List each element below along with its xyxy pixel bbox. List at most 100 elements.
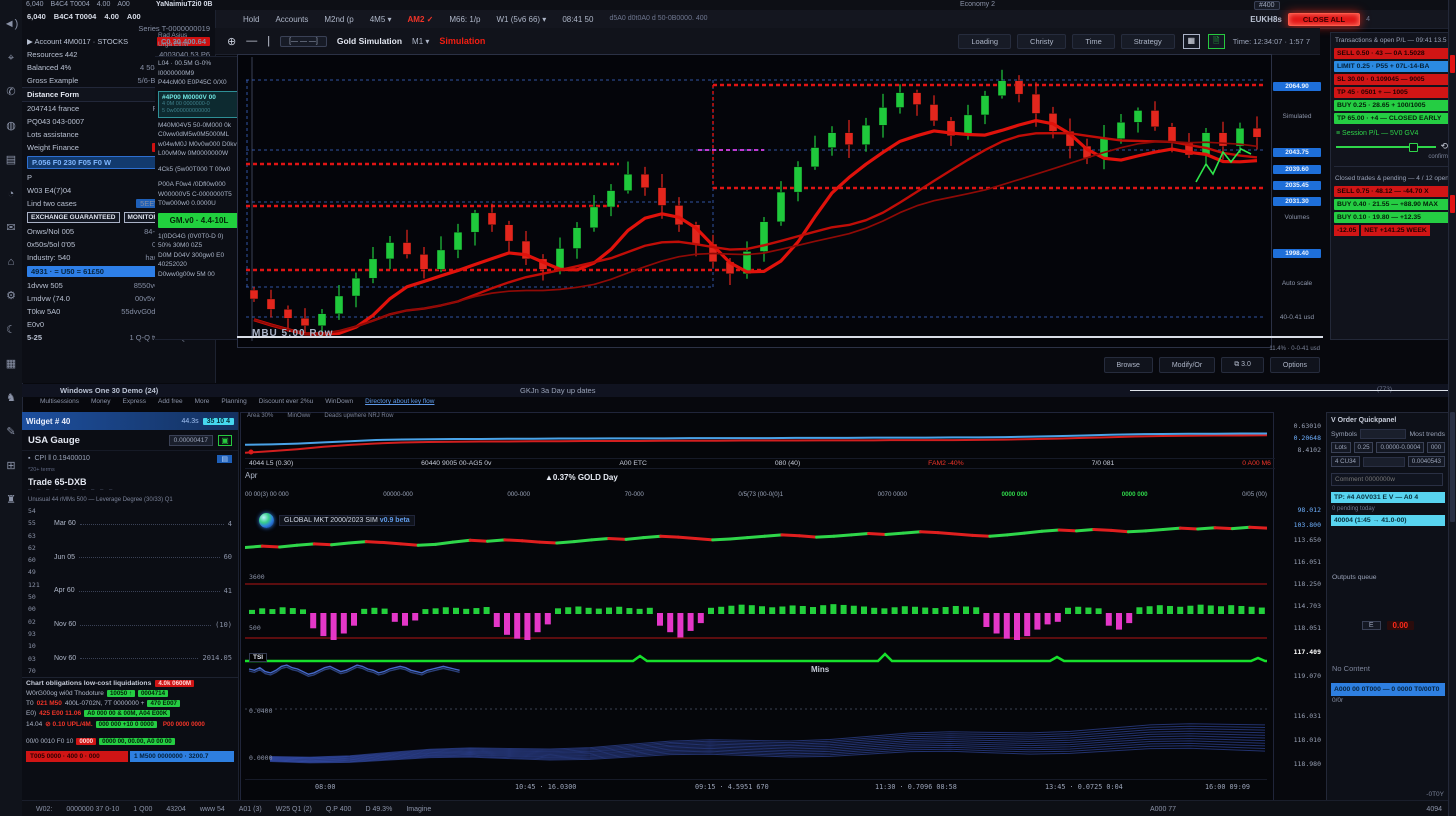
alert-bar-1[interactable]: 1 M500 0000000 · 3200.7 [130, 751, 234, 762]
journal-chip-5-1[interactable]: 0000 00, 00.00, A0 00 00 [99, 738, 175, 745]
toolbar-button-time[interactable]: Time [1072, 34, 1114, 49]
toolbar-button-christy[interactable]: Christy [1017, 34, 1066, 49]
indicator-menu-item-2[interactable]: Deads upwhere NRJ Row [324, 413, 393, 419]
journal-alert-chip[interactable]: 4.0k 0600M [155, 680, 194, 687]
menu-item-5[interactable]: M66: 1/p [449, 15, 480, 24]
menu-item-2[interactable]: M2nd (p [324, 15, 353, 24]
strategy-icon[interactable]: ♞ [0, 388, 22, 408]
net-chip-0[interactable]: -12.05 [1334, 225, 1359, 236]
symbol-label[interactable]: Gold Simulation [337, 36, 402, 46]
chart-footer-button-2[interactable]: ⧉ 3.0 [1221, 357, 1264, 373]
comment-input[interactable] [1331, 473, 1443, 486]
toolbar-button-strategy[interactable]: Strategy [1121, 34, 1175, 49]
quote-highlight-row[interactable]: 40004 (1:45 → 41.0-00) [1331, 515, 1445, 526]
price-chip-5[interactable]: 2031.30 [1273, 197, 1321, 206]
vertical-scrollbar[interactable] [1448, 0, 1456, 816]
trade-row-1[interactable]: LIMIT 0.25 · P55 + 07L-14-BA [1334, 61, 1450, 72]
workspace-tab-left[interactable]: Windows One 30 Demo (24) [60, 386, 158, 395]
save-layout-icon[interactable]: 🗎 [1208, 34, 1225, 49]
price-scale[interactable]: 2064.90Simulated2043.752039.602035.45203… [1272, 54, 1324, 346]
mail-icon[interactable]: ✉ [0, 218, 22, 238]
size-field[interactable]: 4 CU34 [1331, 456, 1360, 467]
journal-chip-2-0[interactable]: A0 000 00 & 00M, A04 E00K [84, 710, 170, 717]
trade-row-3[interactable]: TP 45 · 0501 + — 1005 [1334, 87, 1450, 98]
cpi-expand-icon[interactable]: ▤ [217, 455, 232, 463]
indicator-price-scale[interactable]: 0.630100.206488.410298.012103.800113.650… [1274, 412, 1324, 800]
journal-chip-0-0[interactable]: 10050 ↑ [107, 690, 135, 697]
gear-icon[interactable]: ⚙ [0, 286, 22, 306]
chart-footer-button-3[interactable]: Options [1270, 357, 1320, 373]
contract-row-2[interactable]: Apr 6041 [54, 587, 232, 595]
menu-item-4[interactable]: AM2 ✓ [408, 15, 434, 24]
workspace-tab-center[interactable]: GKJn 3a Day up dates [520, 386, 595, 395]
phone-icon[interactable]: ✆ [0, 82, 22, 102]
indicator-menu-item-1[interactable]: MinOww [287, 413, 310, 419]
edit-icon[interactable]: ✎ [0, 422, 22, 442]
menu-item-1[interactable]: Accounts [275, 15, 308, 24]
session-slider[interactable] [1336, 146, 1436, 148]
indicator-chart-panel[interactable]: Area 30%MinOwwDeads upwhere NRJ Row 4044… [240, 412, 1274, 802]
apply-start-button[interactable]: A000 00 0T000 — 0 0000 T0/00T0 [1331, 683, 1445, 696]
secondary-menu-item-3[interactable]: Add free [158, 398, 183, 409]
journal-chip-0-1[interactable]: 0004714 [138, 690, 168, 697]
closed-trade-row-2[interactable]: BUY 0.10 · 19.80 — +12.35 [1334, 212, 1450, 223]
grid-icon[interactable]: ▦ [0, 354, 22, 374]
secondary-menu-item-5[interactable]: Planning [221, 398, 246, 409]
zoom-out-icon[interactable]: — [246, 35, 257, 47]
secondary-menu-item-4[interactable]: More [195, 398, 210, 409]
price-chip-4[interactable]: 2035.45 [1273, 181, 1321, 190]
trade-row-2[interactable]: SL 30.00 · 0.109045 — 9005 [1334, 74, 1450, 85]
go-live-chip[interactable]: GM.v0 · 4.4-10L [158, 213, 240, 228]
price-chip-0[interactable]: 2064.90 [1273, 82, 1321, 91]
home-icon[interactable]: ⌂ [0, 252, 22, 272]
menu-item-8[interactable]: d5A0 d0t0A0 d 50-0B0000. 400 [609, 15, 707, 24]
scrollbar-mark-1[interactable] [1450, 195, 1455, 213]
price-chip-7[interactable]: 1998.40 [1273, 249, 1321, 258]
scrollbar-mark-2[interactable] [1450, 412, 1455, 522]
size-value-field[interactable]: 0.0040543 [1408, 456, 1445, 467]
main-candlestick-chart[interactable]: MBU 5:00 Row [237, 54, 1272, 348]
secondary-menu-item-2[interactable]: Express [123, 398, 146, 409]
trade-row-5[interactable]: TP 65.00 · +4 — CLOSED EARLY [1334, 113, 1450, 124]
widget-chip[interactable]: 35 10 4 [203, 418, 234, 425]
menu-item-0[interactable]: Hold [243, 15, 259, 24]
scrollbar-mark-0[interactable] [1450, 55, 1455, 73]
build-chip[interactable]: #400 [1254, 1, 1280, 10]
target-icon[interactable]: ⌖ [0, 48, 22, 68]
contract-row-3[interactable]: Nov 60(10) [54, 621, 232, 629]
secondary-menu-item-7[interactable]: WinDown [325, 398, 353, 409]
gauge-ok-icon[interactable]: ▣ [218, 435, 232, 446]
trade-row-4[interactable]: BUY 0.25 · 28.65 + 100/1005 [1334, 100, 1450, 111]
menu-item-6[interactable]: W1 (5v6 66) ▾ [497, 15, 547, 24]
tp-highlight-row[interactable]: TP: #4 A0V031 E V — A0 4 [1331, 492, 1445, 503]
size-slider[interactable] [1363, 457, 1405, 467]
secondary-menu-item-8[interactable]: Directory about key flow [365, 398, 434, 409]
panel-icon[interactable]: ▤ [0, 150, 22, 170]
execution-toggle[interactable]: E [1362, 621, 1381, 630]
closed-trade-row-0[interactable]: SELL 0.75 · 48.12 — -44.70 X [1334, 186, 1450, 197]
close-all-button[interactable]: CLOSE ALL [1288, 13, 1360, 26]
crosshair-icon[interactable]: ⊕ [227, 35, 236, 48]
lp-box-15-0[interactable]: EXCHANGE GUARANTEED [27, 212, 120, 223]
menu-item-3[interactable]: 4M5 ▾ [370, 15, 392, 24]
tools-icon[interactable]: ♜ [0, 490, 22, 510]
moon-icon[interactable]: ☾ [0, 320, 22, 340]
record-icon[interactable]: ◍ [0, 116, 22, 136]
lots-value-field[interactable]: 0.25 [1354, 442, 1374, 453]
alert-bar-0[interactable]: T005 0000 · 400 0 · 000 [26, 751, 128, 762]
clock-icon[interactable]: ◔ [0, 184, 22, 204]
apps-icon[interactable]: ⊞ [0, 456, 22, 476]
menu-item-7[interactable]: 08:41 50 [562, 15, 593, 24]
price-chip-2[interactable]: 2043.75 [1273, 148, 1321, 157]
lots-field[interactable]: Lots [1331, 442, 1351, 453]
contract-row-4[interactable]: Nov 602014.05 [54, 654, 232, 662]
speaker-icon[interactable]: ◄) [0, 14, 22, 34]
trade-row-0[interactable]: SELL 0.50 · 43 — 0A 1.5028 [1334, 48, 1450, 59]
timeframe-selector[interactable]: M1 ▾ [412, 37, 429, 46]
slider-handle[interactable] [1409, 143, 1418, 152]
chart-footer-button-1[interactable]: Modify/Or [1159, 357, 1215, 373]
price-chip-3[interactable]: 2039.60 [1273, 165, 1321, 174]
net-chip-1[interactable]: NET +141.25 WEEK [1361, 225, 1430, 236]
journal-chip-1-0[interactable]: 470 E007 [147, 700, 180, 707]
symbols-dropdown[interactable] [1360, 429, 1406, 439]
